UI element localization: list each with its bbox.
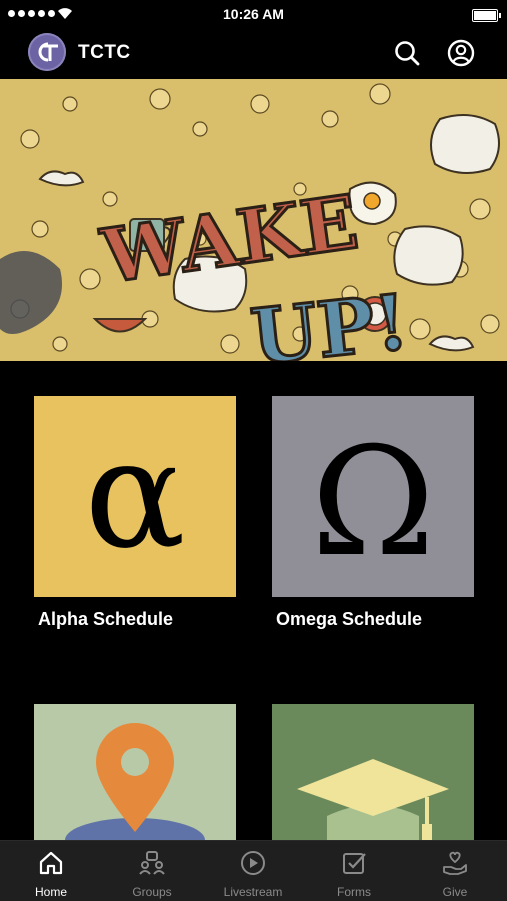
tab-livestream-label: Livestream <box>223 885 283 899</box>
app-logo[interactable] <box>28 33 66 71</box>
tab-give[interactable]: Give <box>410 841 500 901</box>
groups-icon <box>139 851 165 875</box>
status-bar: 10:26 AM <box>0 0 507 28</box>
tab-give-label: Give <box>442 885 468 899</box>
omega-schedule-label[interactable]: Omega Schedule <box>276 609 422 630</box>
home-icon <box>39 851 63 875</box>
tab-forms[interactable]: Forms <box>309 841 399 901</box>
alpha-schedule-label[interactable]: Alpha Schedule <box>38 609 173 630</box>
tile-graduation[interactable] <box>272 704 474 840</box>
tab-bar: Home Groups Livestream Forms Give <box>0 840 507 901</box>
location-pin-icon <box>65 723 205 840</box>
tab-home-label: Home <box>34 885 67 899</box>
status-time: 10:26 AM <box>223 6 284 22</box>
wake-up-illustration: WAKE UP! <box>0 79 507 361</box>
tile-location[interactable] <box>34 704 236 840</box>
checkbox-icon <box>343 853 366 874</box>
heart-hand-icon <box>443 851 467 875</box>
omega-symbol: Ω <box>311 416 435 590</box>
play-icon <box>241 851 265 875</box>
tab-livestream[interactable]: Livestream <box>208 841 298 901</box>
tab-home[interactable]: Home <box>6 841 96 901</box>
app-title: TCTC <box>78 42 131 63</box>
alpha-symbol: α <box>84 408 185 582</box>
tab-forms-label: Forms <box>337 885 371 899</box>
tile-omega-schedule[interactable]: Ω <box>272 396 474 597</box>
tab-groups-label: Groups <box>132 885 172 899</box>
account-icon[interactable] <box>446 38 476 68</box>
battery-icon <box>472 9 501 22</box>
search-icon[interactable] <box>392 38 422 68</box>
graduation-cap-icon <box>297 759 449 840</box>
tile-alpha-schedule[interactable]: α <box>34 396 236 597</box>
app-bar: TCTC <box>0 30 507 78</box>
hero-banner[interactable]: WAKE UP! <box>0 79 507 361</box>
tab-groups[interactable]: Groups <box>107 841 197 901</box>
